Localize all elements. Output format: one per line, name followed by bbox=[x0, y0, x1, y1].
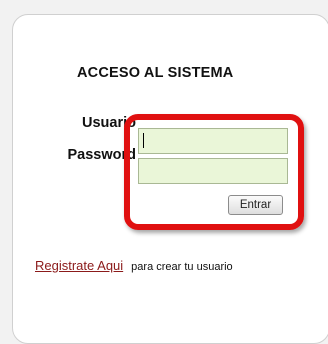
register-note: para crear tu usuario bbox=[131, 261, 233, 273]
register-link[interactable]: Registrate Aqui bbox=[35, 258, 123, 273]
password-input[interactable] bbox=[138, 158, 288, 184]
text-caret bbox=[143, 133, 144, 148]
username-input[interactable] bbox=[138, 128, 288, 154]
login-title: ACCESO AL SISTEMA bbox=[77, 65, 234, 81]
login-submit-button[interactable]: Entrar bbox=[228, 195, 283, 215]
password-label: Password bbox=[67, 147, 137, 163]
register-row: Registrate Aqui para crear tu usuario bbox=[35, 257, 233, 275]
username-label: Usuario bbox=[82, 115, 136, 131]
